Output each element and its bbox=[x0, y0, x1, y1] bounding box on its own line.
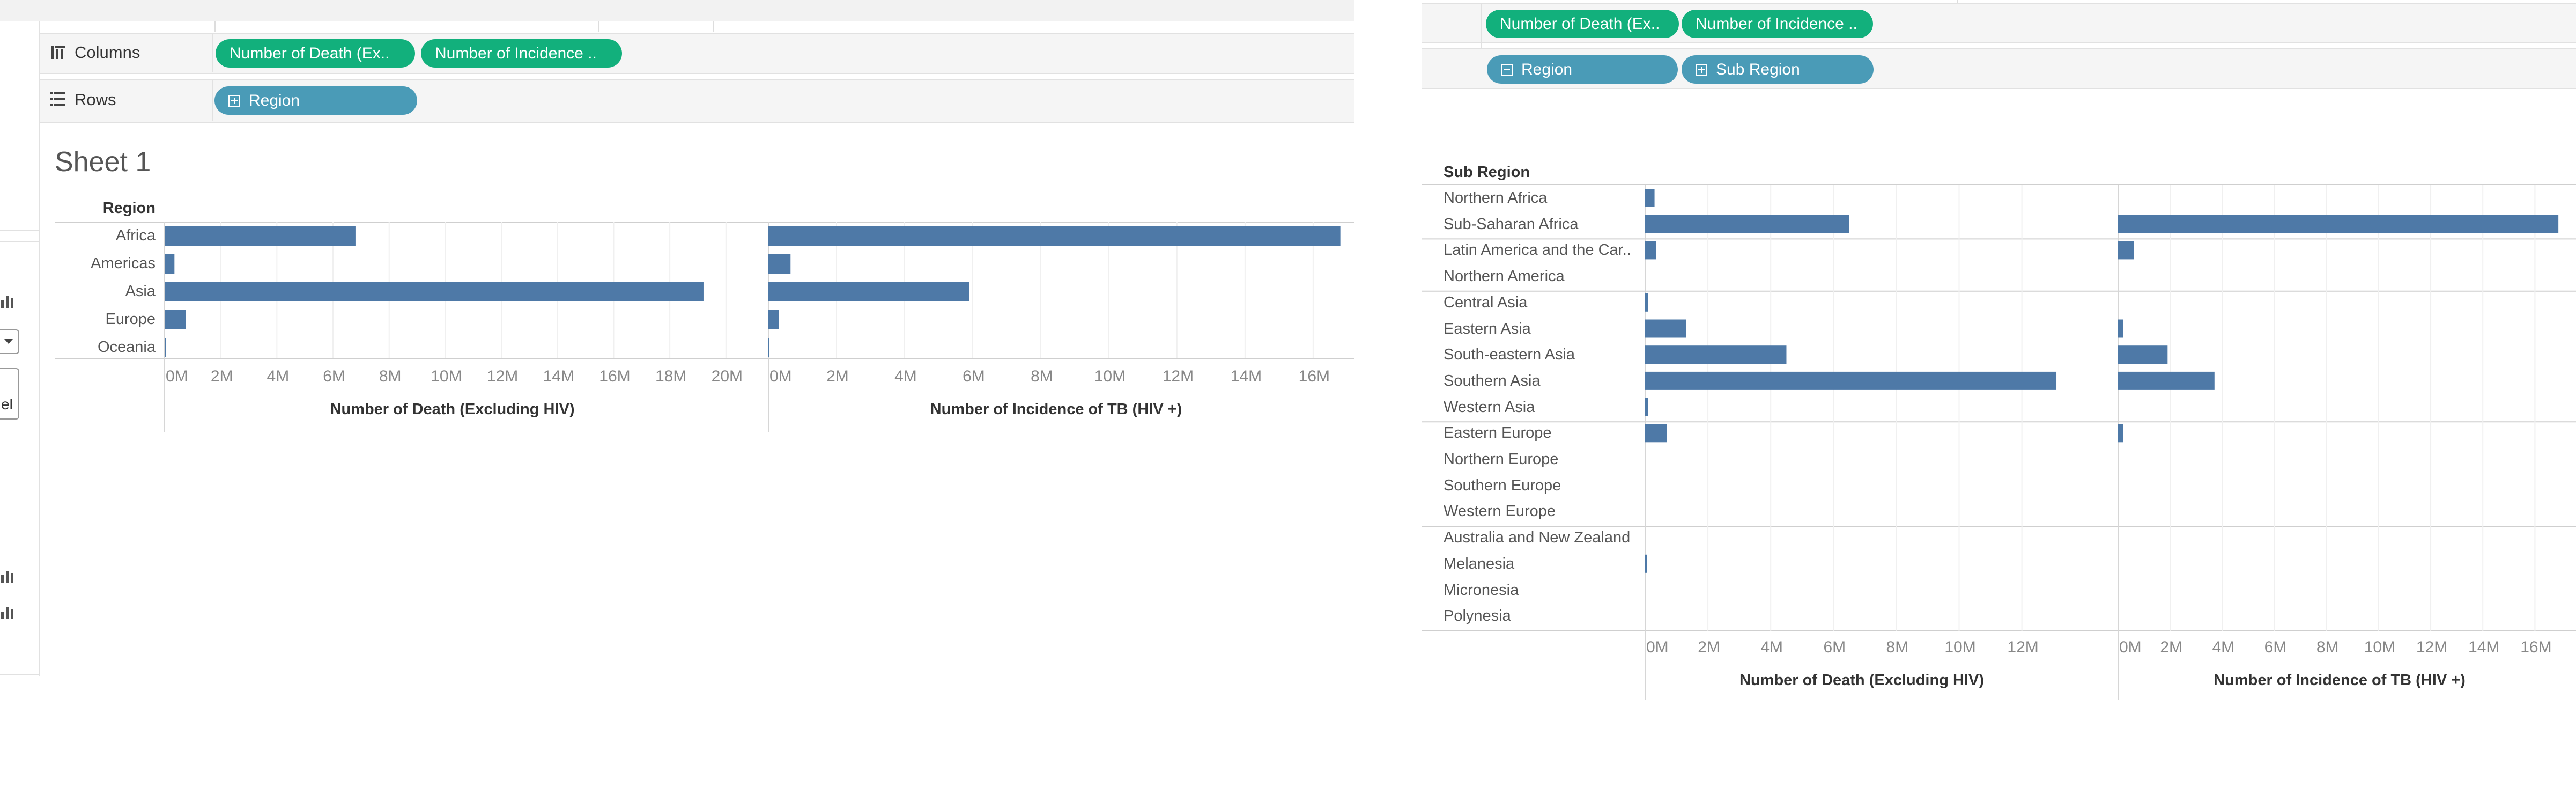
bar[interactable] bbox=[1645, 319, 1686, 338]
bar[interactable] bbox=[768, 310, 779, 329]
tick-label: 20M bbox=[711, 367, 743, 385]
bar[interactable] bbox=[1645, 293, 1648, 312]
tick-label: 2M bbox=[210, 367, 233, 385]
category-label: Americas bbox=[91, 255, 156, 272]
category-label: Africa bbox=[115, 227, 156, 244]
tick-label: 2M bbox=[826, 367, 849, 385]
subregion-label: Australia and New Zealand bbox=[1444, 529, 1631, 547]
subregion-label: South-eastern Asia bbox=[1444, 346, 1575, 364]
tick-label: 10M bbox=[1094, 367, 1126, 385]
bar[interactable] bbox=[1645, 241, 1656, 260]
subregion-label: Sub-Saharan Africa bbox=[1444, 215, 1579, 233]
bar[interactable] bbox=[768, 226, 1341, 246]
bar[interactable] bbox=[1645, 424, 1667, 443]
subregion-label: Micronesia bbox=[1444, 581, 1519, 599]
tick-label: 8M bbox=[379, 367, 402, 385]
bar[interactable] bbox=[1645, 554, 1647, 573]
tick-label: 16M bbox=[2520, 638, 2552, 656]
bar-chart-icon[interactable] bbox=[1, 606, 17, 619]
tick-label: 16M bbox=[599, 367, 631, 385]
category-label: Oceania bbox=[97, 339, 156, 356]
bar[interactable] bbox=[165, 338, 166, 357]
x-axis-title: Number of Incidence of TB (HIV +) bbox=[2214, 671, 2466, 689]
subregion-label: Southern Europe bbox=[1444, 476, 1561, 494]
bar[interactable] bbox=[768, 254, 791, 274]
tick-label: 14M bbox=[543, 367, 574, 385]
tick-label: 10M bbox=[431, 367, 462, 385]
tick-label: 12M bbox=[1162, 367, 1194, 385]
subregion-label: Melanesia bbox=[1444, 555, 1515, 572]
tick-label: 0M bbox=[166, 367, 188, 385]
tick-label: 2M bbox=[2160, 638, 2183, 656]
tick-label: 0M bbox=[2119, 638, 2142, 656]
tick-label: 14M bbox=[2468, 638, 2500, 656]
category-label: Europe bbox=[105, 311, 156, 328]
bar[interactable] bbox=[165, 254, 175, 274]
bar[interactable] bbox=[1645, 189, 1655, 207]
tick-label: 18M bbox=[655, 367, 687, 385]
bar-chart-icon[interactable] bbox=[1, 570, 17, 583]
tick-label: 8M bbox=[1031, 367, 1053, 385]
category-label: Asia bbox=[125, 283, 156, 300]
tick-label: 14M bbox=[1230, 367, 1262, 385]
subregion-label: Eastern Europe bbox=[1444, 424, 1552, 442]
x-axis-title: Number of Death (Excluding HIV) bbox=[330, 401, 575, 418]
subregion-label: Western Asia bbox=[1444, 398, 1535, 416]
bar[interactable] bbox=[165, 226, 356, 246]
bar[interactable] bbox=[1645, 345, 1787, 364]
tick-label: 2M bbox=[1698, 638, 1720, 656]
bar[interactable] bbox=[768, 338, 769, 357]
tick-label: 6M bbox=[963, 367, 985, 385]
tick-label: 12M bbox=[2416, 638, 2448, 656]
subregion-label: Central Asia bbox=[1444, 293, 1528, 311]
bar[interactable] bbox=[165, 310, 186, 329]
x-axis-title: Number of Incidence of TB (HIV +) bbox=[930, 401, 1182, 418]
bar[interactable] bbox=[1645, 398, 1648, 416]
tick-label: 6M bbox=[323, 367, 345, 385]
tick-label: 8M bbox=[2316, 638, 2339, 656]
bar[interactable] bbox=[2118, 241, 2134, 260]
subregion-label: Northern America bbox=[1444, 268, 1565, 285]
tick-label: 0M bbox=[769, 367, 792, 385]
tick-label: 0M bbox=[1646, 638, 1669, 656]
tick-label: 4M bbox=[1760, 638, 1783, 656]
bar[interactable] bbox=[165, 282, 704, 301]
bar[interactable] bbox=[2118, 319, 2123, 338]
bar[interactable] bbox=[1645, 371, 2057, 390]
tick-label: 6M bbox=[2264, 638, 2287, 656]
subregion-label: Southern Asia bbox=[1444, 372, 1541, 389]
subregion-label: Western Europe bbox=[1444, 503, 1556, 520]
tick-label: 10M bbox=[1944, 638, 1976, 656]
bar[interactable] bbox=[2118, 424, 2123, 443]
tick-label: 8M bbox=[1886, 638, 1909, 656]
tick-label: 16M bbox=[1298, 367, 1330, 385]
bar[interactable] bbox=[1645, 215, 1849, 233]
bar[interactable] bbox=[768, 282, 969, 301]
subregion-label: Northern Europe bbox=[1444, 451, 1559, 468]
subregion-label: Northern Africa bbox=[1444, 189, 1548, 207]
bar[interactable] bbox=[2118, 215, 2559, 233]
tick-label: 4M bbox=[2212, 638, 2235, 656]
tick-label: 10M bbox=[2364, 638, 2396, 656]
tick-label: 12M bbox=[2007, 638, 2039, 656]
subregion-label: Eastern Asia bbox=[1444, 320, 1531, 337]
tick-label: 6M bbox=[1823, 638, 1846, 656]
subregion-label: Polynesia bbox=[1444, 607, 1511, 625]
bar[interactable] bbox=[2118, 345, 2168, 364]
tick-label: 12M bbox=[486, 367, 519, 385]
x-axis-title: Number of Death (Excluding HIV) bbox=[1739, 671, 1984, 689]
bar[interactable] bbox=[2118, 371, 2215, 390]
tick-label: 4M bbox=[267, 367, 290, 385]
tick-label: 4M bbox=[894, 367, 917, 385]
subregion-label: Latin America and the Car.. bbox=[1444, 241, 1631, 259]
right-chart bbox=[1422, 184, 2576, 700]
